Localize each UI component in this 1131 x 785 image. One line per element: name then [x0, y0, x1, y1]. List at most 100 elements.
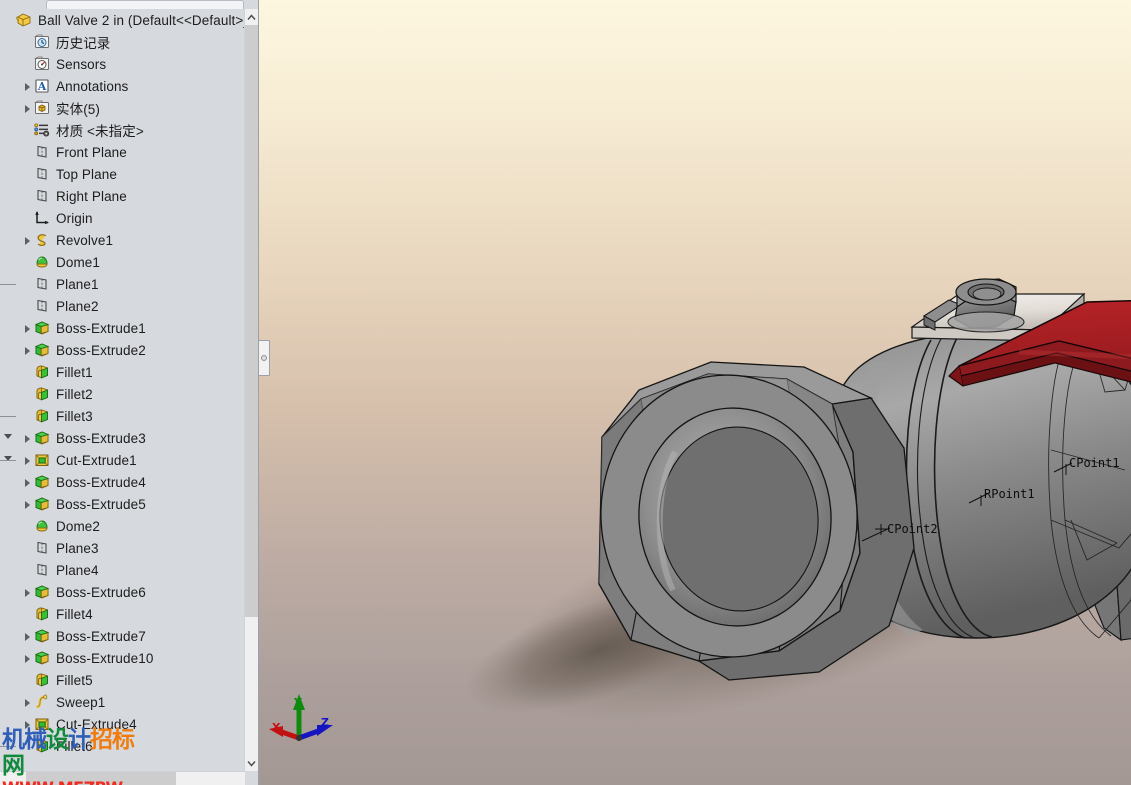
- tree-item-fillet2[interactable]: Fillet2: [0, 383, 245, 405]
- tree-item-fillet1[interactable]: Fillet1: [0, 361, 245, 383]
- tree-item-boss-extrude5[interactable]: Boss-Extrude5: [0, 493, 245, 515]
- plane-icon: [33, 297, 51, 315]
- expander-arrow-icon[interactable]: [22, 433, 33, 444]
- tree-item-plane4[interactable]: Plane4: [0, 559, 245, 581]
- tree-item-fillet4[interactable]: Fillet4: [0, 603, 245, 625]
- tree-item-plane3[interactable]: Plane3: [0, 537, 245, 559]
- expander-arrow-icon: [22, 37, 33, 48]
- tree-item-label: Boss-Extrude3: [56, 430, 146, 446]
- panel-splitter-handle[interactable]: [258, 340, 270, 376]
- tree-item-dome2[interactable]: Dome2: [0, 515, 245, 537]
- expander-arrow-icon[interactable]: [22, 719, 33, 730]
- tree-vertical-scrollbar[interactable]: [244, 9, 258, 771]
- tree-item-label: Boss-Extrude2: [56, 342, 146, 358]
- expander-arrow-icon: [22, 389, 33, 400]
- origin-icon: [33, 209, 51, 227]
- rollback-indicator-caret-icon: [4, 434, 12, 439]
- tree-item-label: Origin: [56, 210, 93, 226]
- expander-arrow-icon[interactable]: [22, 631, 33, 642]
- scroll-down-button[interactable]: [245, 755, 258, 771]
- expander-arrow-icon[interactable]: [22, 697, 33, 708]
- tree-item-plane2[interactable]: Plane2: [0, 295, 245, 317]
- tree-item-[interactable]: 历史记录: [0, 31, 245, 53]
- tree-item-label: Dome2: [56, 518, 101, 534]
- expander-arrow-icon: [22, 741, 33, 752]
- tree-item-cut-extrude1[interactable]: Cut-Extrude1: [0, 449, 245, 471]
- expander-arrow-icon[interactable]: [22, 587, 33, 598]
- tree-item-label: Fillet3: [56, 408, 93, 424]
- expander-arrow-icon[interactable]: [22, 103, 33, 114]
- tree-item-sensors[interactable]: Sensors: [0, 53, 245, 75]
- boss-extrude-icon: [33, 341, 51, 359]
- triad-y-label: Y: [293, 696, 303, 709]
- tree-item-sweep1[interactable]: Sweep1: [0, 691, 245, 713]
- expander-arrow-icon[interactable]: [22, 455, 33, 466]
- tree-item-label: Top Plane: [56, 166, 117, 182]
- cad-application-window: Ball Valve 2 in (Default<<Default>_ 历史记录 S…: [0, 0, 1131, 785]
- tree-item-dome1[interactable]: Dome1: [0, 251, 245, 273]
- expander-arrow-icon: [22, 257, 33, 268]
- tree-item-boss-extrude3[interactable]: Boss-Extrude3: [0, 427, 245, 449]
- expander-arrow-icon[interactable]: [22, 653, 33, 664]
- tree-item-top-plane[interactable]: Top Plane: [0, 163, 245, 185]
- scroll-up-button[interactable]: [245, 9, 258, 25]
- expander-arrow-icon[interactable]: [22, 323, 33, 334]
- tree-item-fillet3[interactable]: Fillet3: [0, 405, 245, 427]
- tree-item-boss-extrude10[interactable]: Boss-Extrude10: [0, 647, 245, 669]
- tree-item-label: 历史记录: [56, 36, 111, 51]
- tree-item-label: Fillet1: [56, 364, 93, 380]
- feature-manager-panel: Ball Valve 2 in (Default<<Default>_ 历史记录 S…: [0, 0, 259, 785]
- fillet-icon: [33, 737, 51, 755]
- feature-tree: Ball Valve 2 in (Default<<Default>_ 历史记录 S…: [0, 9, 245, 757]
- feature-tree-root-item[interactable]: Ball Valve 2 in (Default<<Default>_: [0, 9, 245, 31]
- revolve-icon: [33, 231, 51, 249]
- tree-item-boss-extrude2[interactable]: Boss-Extrude2: [0, 339, 245, 361]
- expander-arrow-icon[interactable]: [22, 477, 33, 488]
- fillet-icon: [33, 363, 51, 381]
- tree-item-5[interactable]: 实体(5): [0, 97, 245, 119]
- sensors-icon: [33, 55, 51, 73]
- expander-arrow-icon[interactable]: [22, 235, 33, 246]
- tree-item-label: Fillet5: [56, 672, 93, 688]
- tree-item-label: Plane4: [56, 562, 99, 578]
- tree-item-right-plane[interactable]: Right Plane: [0, 185, 245, 207]
- expander-arrow-icon[interactable]: [22, 499, 33, 510]
- tree-item-cut-extrude4[interactable]: Cut-Extrude4: [0, 713, 245, 735]
- tree-item-fillet5[interactable]: Fillet5: [0, 669, 245, 691]
- tree-item-boss-extrude1[interactable]: Boss-Extrude1: [0, 317, 245, 339]
- hscroll-thumb[interactable]: [26, 772, 176, 785]
- expander-arrow-icon: [22, 301, 33, 312]
- tree-item-[interactable]: 材质 <未指定>: [0, 119, 245, 141]
- tab-feature-manager[interactable]: [46, 0, 244, 9]
- tree-item-label: Plane3: [56, 540, 99, 556]
- feature-tree-scroll-area[interactable]: Ball Valve 2 in (Default<<Default>_ 历史记录 S…: [0, 9, 245, 771]
- graphics-viewport[interactable]: CPoint1 RPoint1 CPoint2 Y X Z: [259, 0, 1131, 785]
- annotation-cpoint1-label: CPoint1: [1069, 456, 1120, 470]
- solid-bodies-icon: [33, 99, 51, 117]
- panel-tab-strip: [0, 0, 258, 9]
- tree-item-fillet6[interactable]: Fillet6: [0, 735, 245, 757]
- tree-item-annotations[interactable]: A Annotations: [0, 75, 245, 97]
- tree-item-plane1[interactable]: Plane1: [0, 273, 245, 295]
- sweep-icon: [33, 693, 51, 711]
- tree-horizontal-scrollbar[interactable]: [0, 771, 245, 785]
- tree-item-revolve1[interactable]: Revolve1: [0, 229, 245, 251]
- plane-icon: [33, 539, 51, 557]
- tree-item-origin[interactable]: Origin: [0, 207, 245, 229]
- expander-arrow-icon: [22, 411, 33, 422]
- expander-arrow-icon[interactable]: [22, 81, 33, 92]
- expander-arrow-icon: [22, 609, 33, 620]
- tree-item-label: Cut-Extrude4: [56, 716, 137, 732]
- expander-arrow-icon: [22, 521, 33, 532]
- scroll-thumb[interactable]: [245, 25, 258, 617]
- plane-icon: [33, 275, 51, 293]
- tree-item-boss-extrude4[interactable]: Boss-Extrude4: [0, 471, 245, 493]
- tree-item-front-plane[interactable]: Front Plane: [0, 141, 245, 163]
- expander-arrow-icon[interactable]: [22, 345, 33, 356]
- tree-item-boss-extrude7[interactable]: Boss-Extrude7: [0, 625, 245, 647]
- splitter-grip-dot: [261, 355, 267, 361]
- tree-item-boss-extrude6[interactable]: Boss-Extrude6: [0, 581, 245, 603]
- tree-item-label: Cut-Extrude1: [56, 452, 137, 468]
- expander-arrow-icon: [22, 543, 33, 554]
- expander-arrow-icon: [22, 147, 33, 158]
